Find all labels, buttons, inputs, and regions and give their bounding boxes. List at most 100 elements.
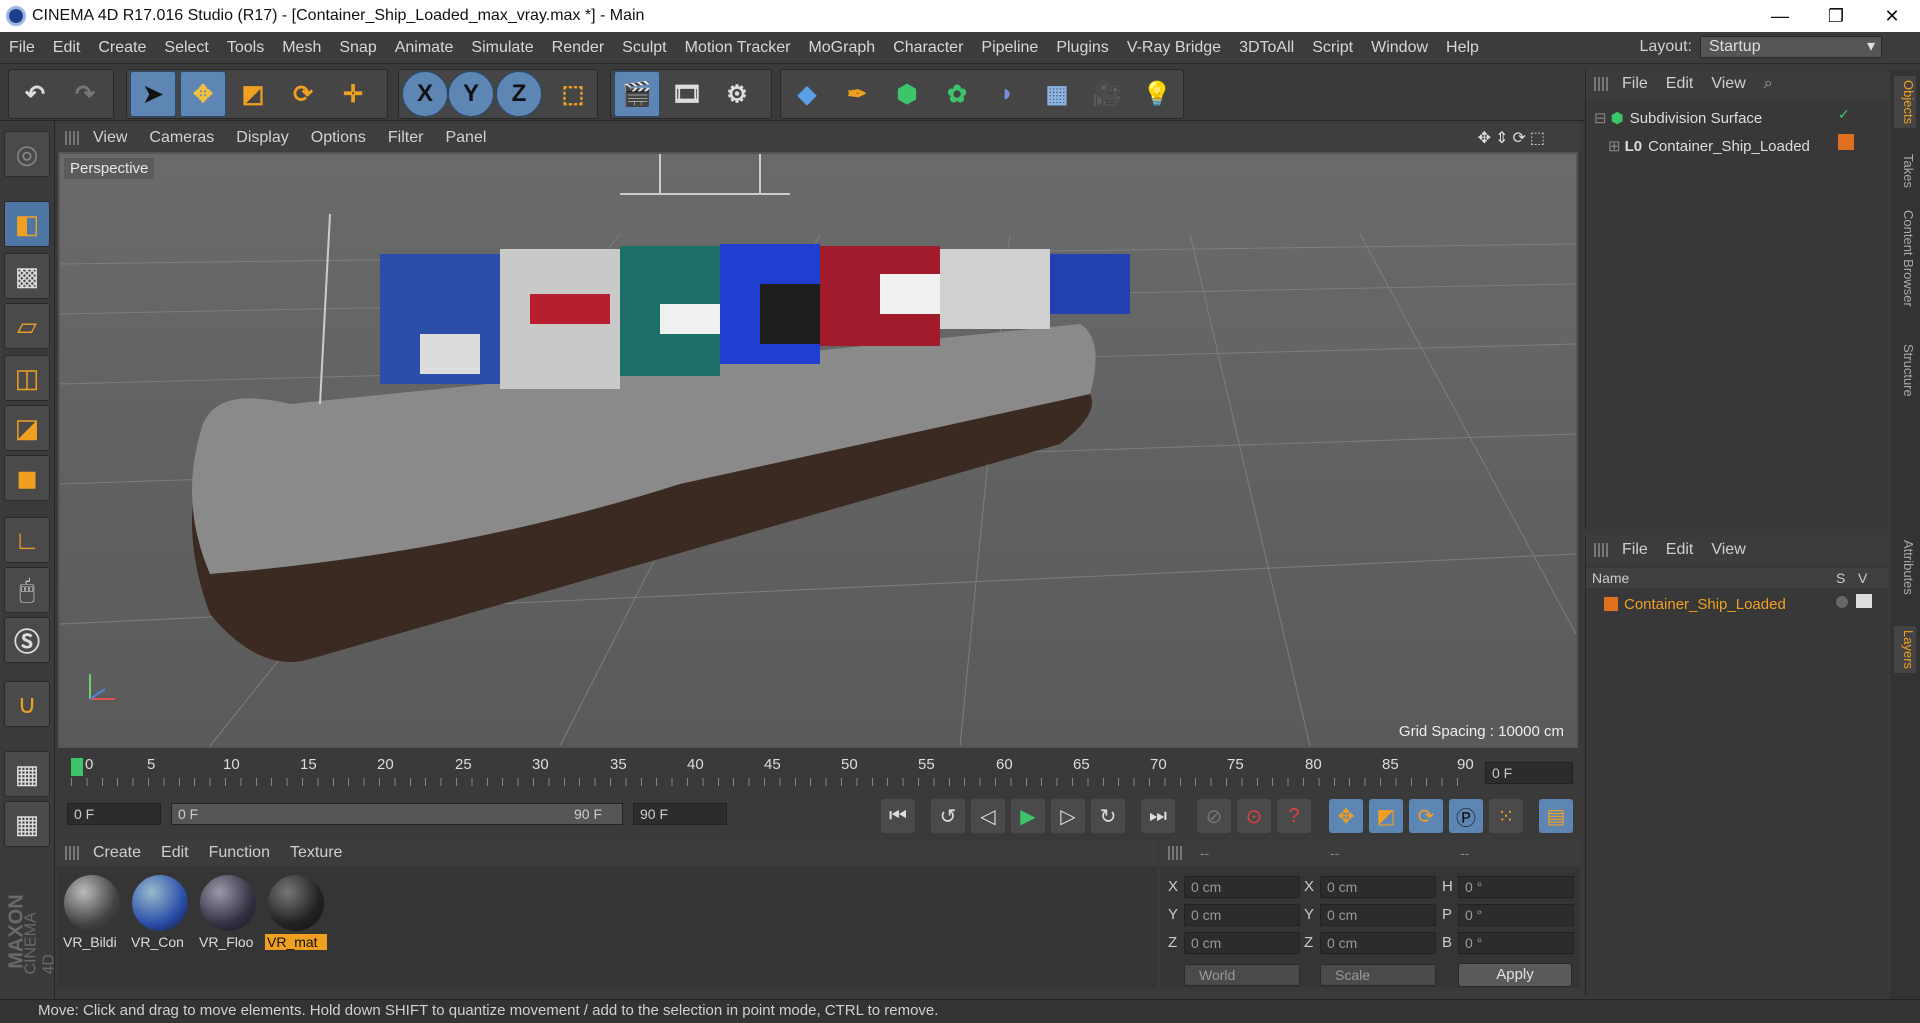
material-swatch[interactable]: VR_Bildi xyxy=(61,872,123,954)
render-picture-viewer-icon[interactable]: 🎞 xyxy=(664,71,710,117)
go-to-end-icon[interactable]: ⏭ xyxy=(1141,799,1175,833)
material-menu-function[interactable]: Function xyxy=(209,844,270,862)
tweak-mode-icon[interactable]: 🖱 xyxy=(4,567,50,613)
material-swatch[interactable]: VR_Con xyxy=(129,872,191,954)
material-swatch[interactable]: VR_mat xyxy=(265,872,327,954)
pen-spline-icon[interactable]: ✒ xyxy=(834,71,880,117)
menu-create[interactable]: Create xyxy=(89,39,155,57)
x-axis-lock-icon[interactable]: X xyxy=(402,71,448,117)
cube-icon[interactable]: ◆ xyxy=(784,71,830,117)
layer-color-swatch[interactable] xyxy=(1838,134,1854,150)
deformer-icon[interactable]: ◗ xyxy=(984,71,1030,117)
axis-mode-icon[interactable]: ∟ xyxy=(4,517,50,563)
menu-plugins[interactable]: Plugins xyxy=(1047,39,1117,57)
objects-menu-edit[interactable]: Edit xyxy=(1666,75,1694,93)
snap-icon[interactable]: ∪ xyxy=(4,681,50,727)
close-button[interactable]: ✕ xyxy=(1864,0,1920,32)
menu-snap[interactable]: Snap xyxy=(330,39,385,57)
keyframe-selection-icon[interactable]: ? xyxy=(1277,799,1311,833)
menu-render[interactable]: Render xyxy=(543,39,613,57)
position-z-field[interactable]: 0 cm xyxy=(1184,932,1300,954)
tab-takes[interactable]: Takes xyxy=(1894,150,1916,192)
menu-help[interactable]: Help xyxy=(1437,39,1488,57)
size-y-field[interactable]: 0 cm xyxy=(1320,904,1436,926)
subdivision-icon[interactable]: ⬢ xyxy=(884,71,930,117)
light-icon[interactable]: 💡 xyxy=(1134,71,1180,117)
material-swatch[interactable]: VR_Floo xyxy=(197,872,259,954)
key-pla-icon[interactable]: ⁙ xyxy=(1489,799,1523,833)
size-mode-dropdown[interactable]: Scale xyxy=(1320,964,1436,986)
size-z-field[interactable]: 0 cm xyxy=(1320,932,1436,954)
key-position-icon[interactable]: ✥ xyxy=(1329,799,1363,833)
key-scale-icon[interactable]: ◩ xyxy=(1369,799,1403,833)
size-x-field[interactable]: 0 cm xyxy=(1320,876,1436,898)
menu-mograph[interactable]: MoGraph xyxy=(799,39,884,57)
camera-icon[interactable]: 🎥 xyxy=(1084,71,1130,117)
timeline-ruler[interactable]: 0 5 10 15 20 25 30 35 40 45 50 55 60 65 … xyxy=(57,752,1579,792)
make-editable-icon[interactable]: ◎ xyxy=(4,131,50,177)
objects-menu-file[interactable]: File xyxy=(1622,75,1648,93)
y-axis-lock-icon[interactable]: Y xyxy=(448,71,494,117)
objects-menu-view[interactable]: View xyxy=(1711,75,1745,93)
mograph-cloner-icon[interactable]: ✿ xyxy=(934,71,980,117)
rotation-h-field[interactable]: 0 ° xyxy=(1458,876,1574,898)
layers-menu-file[interactable]: File xyxy=(1622,541,1648,559)
playhead-marker[interactable] xyxy=(71,758,83,776)
solo-mode-icon[interactable]: Ⓢ xyxy=(4,617,50,663)
viewport-nav-icons[interactable]: ✥⇕⟳⬚ xyxy=(1478,128,1549,148)
menu-mesh[interactable]: Mesh xyxy=(273,39,330,57)
layers-menu-edit[interactable]: Edit xyxy=(1666,541,1694,559)
object-row[interactable]: ⊞ L0 Container_Ship_Loaded xyxy=(1608,134,1810,158)
workplane-icon[interactable]: ▱ xyxy=(4,303,50,349)
record-keys-icon[interactable]: ⊘ xyxy=(1197,799,1231,833)
viewport-menu-options[interactable]: Options xyxy=(311,129,366,147)
move-icon[interactable]: ✥ xyxy=(180,71,226,117)
transform-icon[interactable]: ✛ xyxy=(330,71,376,117)
visibility-check-icon[interactable]: ✓ xyxy=(1838,106,1850,123)
minimize-button[interactable]: — xyxy=(1752,0,1808,32)
tree-expand-icon[interactable]: ⊟ xyxy=(1594,109,1607,127)
maximize-button[interactable]: ❐ xyxy=(1808,0,1864,32)
previous-frame-icon[interactable]: ◁ xyxy=(971,799,1005,833)
select-arrow-icon[interactable]: ➤ xyxy=(130,71,176,117)
viewport-menu-filter[interactable]: Filter xyxy=(388,129,424,147)
edges-mode-icon[interactable]: ◪ xyxy=(4,405,50,451)
material-menu-texture[interactable]: Texture xyxy=(290,844,342,862)
start-frame-field[interactable]: 0 F xyxy=(67,803,161,825)
redo-icon[interactable]: ↷ xyxy=(62,71,108,117)
menu-select[interactable]: Select xyxy=(155,39,217,57)
layers-menu-view[interactable]: View xyxy=(1711,541,1745,559)
position-x-field[interactable]: 0 cm xyxy=(1184,876,1300,898)
tab-objects[interactable]: Objects xyxy=(1894,76,1916,129)
position-y-field[interactable]: 0 cm xyxy=(1184,904,1300,926)
next-key-icon[interactable]: ↻ xyxy=(1091,799,1125,833)
z-axis-lock-icon[interactable]: Z xyxy=(496,71,542,117)
render-view-icon[interactable]: 🎬 xyxy=(614,71,660,117)
viewport-menu-cameras[interactable]: Cameras xyxy=(149,129,214,147)
timeline-window-icon[interactable]: ▤ xyxy=(1539,799,1573,833)
floor-icon[interactable]: ▦ xyxy=(1034,71,1080,117)
key-parameter-icon[interactable]: Ⓟ xyxy=(1449,799,1483,833)
layer-color-swatch[interactable] xyxy=(1604,597,1618,611)
end-frame-field[interactable]: 90 F xyxy=(633,803,727,825)
key-rotation-icon[interactable]: ⟳ xyxy=(1409,799,1443,833)
tab-structure[interactable]: Structure xyxy=(1894,340,1916,401)
material-menu-edit[interactable]: Edit xyxy=(161,844,189,862)
menu-pipeline[interactable]: Pipeline xyxy=(972,39,1047,57)
tab-layers[interactable]: Layers xyxy=(1894,626,1916,674)
layout-select[interactable]: Startup xyxy=(1700,36,1882,58)
menu-window[interactable]: Window xyxy=(1362,39,1437,57)
menu-script[interactable]: Script xyxy=(1303,39,1362,57)
menu-animate[interactable]: Animate xyxy=(386,39,463,57)
visibility-eye-icon[interactable] xyxy=(1856,594,1872,608)
undo-icon[interactable]: ↶ xyxy=(12,71,58,117)
coordinate-mode-dropdown[interactable]: World xyxy=(1184,964,1300,986)
render-settings-icon[interactable]: ⚙ xyxy=(714,71,760,117)
coordinate-system-icon[interactable]: ⬚ xyxy=(550,71,596,117)
menu-3dtoall[interactable]: 3DToAll xyxy=(1230,39,1303,57)
object-row[interactable]: ⊟ ⬢ Subdivision Surface xyxy=(1594,106,1762,130)
scale-icon[interactable]: ◩ xyxy=(230,71,276,117)
menu-motion-tracker[interactable]: Motion Tracker xyxy=(676,39,800,57)
preview-range-slider[interactable]: 0 F 90 F xyxy=(171,803,623,825)
menu-file[interactable]: File xyxy=(0,39,44,57)
